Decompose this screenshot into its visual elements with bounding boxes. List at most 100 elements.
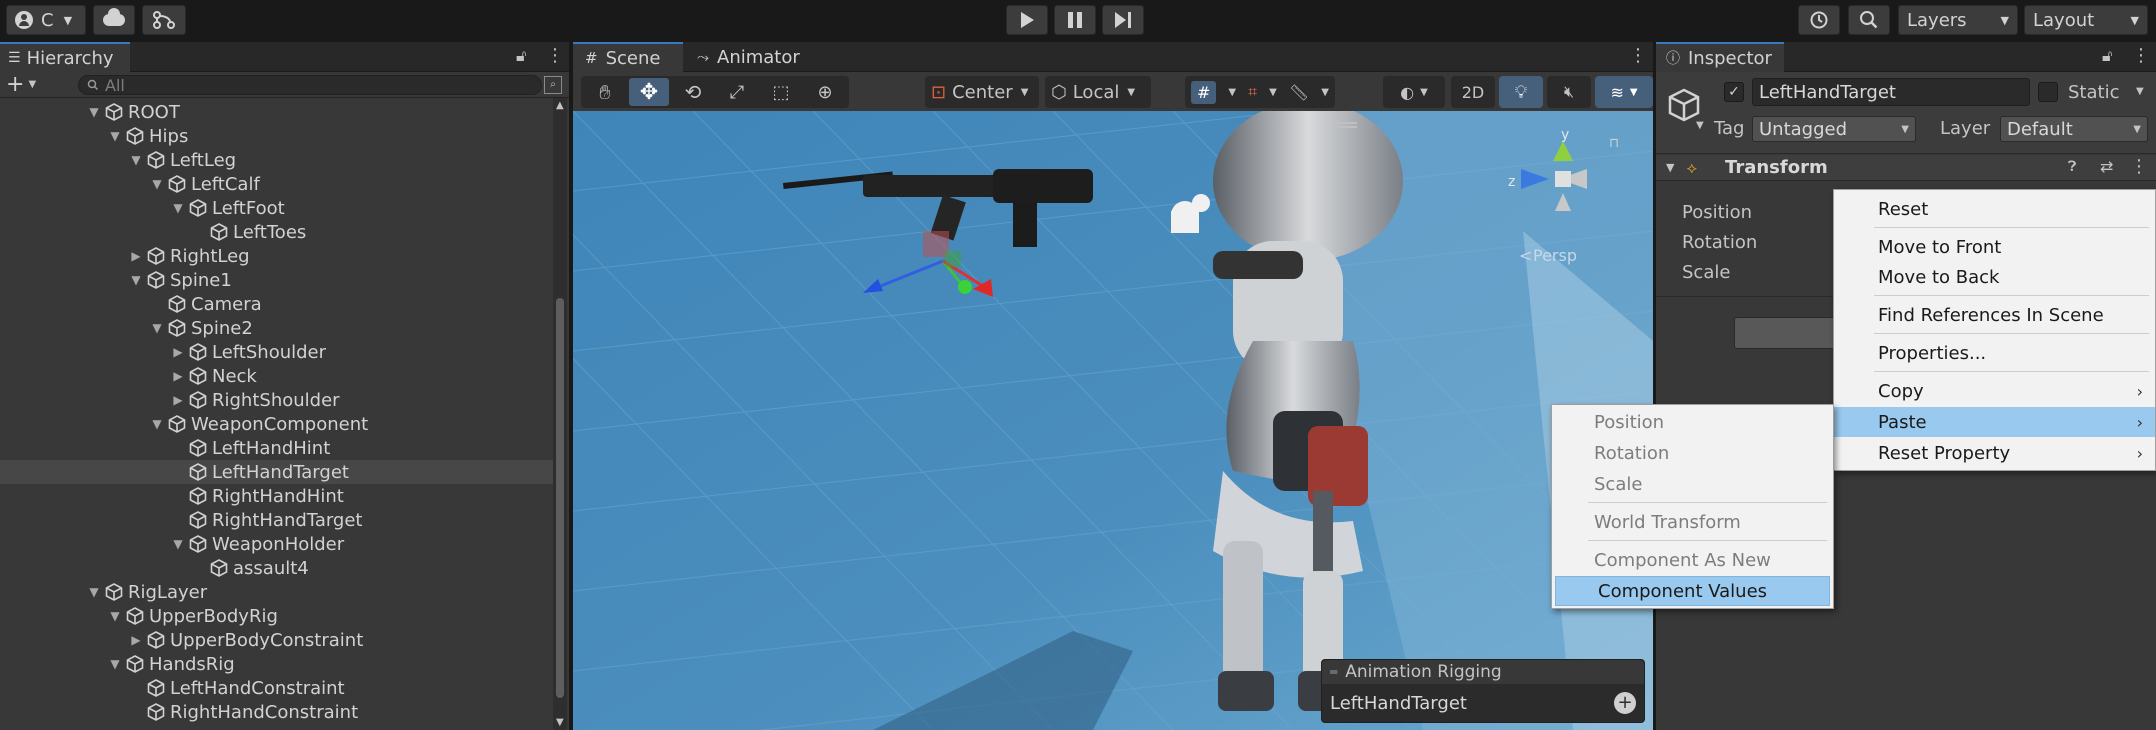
- hierarchy-item[interactable]: Camera: [0, 292, 556, 316]
- more-options-icon[interactable]: ⋮: [1629, 45, 1647, 66]
- persp-label[interactable]: Persp: [1533, 246, 1577, 265]
- hierarchy-item[interactable]: ▶ RightShoulder: [0, 388, 556, 412]
- hierarchy-item[interactable]: ▼ Hips: [0, 124, 556, 148]
- pause-button[interactable]: [1054, 5, 1096, 35]
- preset-icon[interactable]: ⇄: [2100, 157, 2113, 176]
- chevron-down-icon[interactable]: ▼: [28, 79, 36, 90]
- lighting-toggle[interactable]: 💡︎: [1499, 76, 1543, 108]
- foldout-closed-icon[interactable]: ▶: [170, 393, 186, 407]
- hierarchy-item[interactable]: ▶ RightLeg: [0, 244, 556, 268]
- foldout-open-icon[interactable]: ▼: [128, 273, 144, 287]
- tag-dropdown[interactable]: Untagged ▼: [1752, 116, 1916, 142]
- foldout-closed-icon[interactable]: ▶: [128, 249, 144, 263]
- step-button[interactable]: [1102, 5, 1144, 35]
- submenu-item-scale[interactable]: Scale: [1552, 469, 1833, 499]
- hierarchy-item[interactable]: ▼ Spine2: [0, 316, 556, 340]
- scale-tool-icon[interactable]: ⤢: [717, 78, 757, 106]
- hierarchy-item[interactable]: ▼ LeftFoot: [0, 196, 556, 220]
- foldout-open-icon[interactable]: ▼: [149, 417, 165, 431]
- more-options-icon[interactable]: ⋮: [2130, 156, 2148, 177]
- search-options-icon[interactable]: ⌕: [544, 76, 562, 94]
- foldout-open-icon[interactable]: ▼: [170, 537, 186, 551]
- hierarchy-item[interactable]: ▼ WeaponComponent: [0, 412, 556, 436]
- hierarchy-item[interactable]: ▼ HandsRig: [0, 652, 556, 676]
- menu-item-reset-property[interactable]: Reset Property ›: [1834, 438, 2155, 468]
- hierarchy-scrollbar[interactable]: ▲ ▼: [553, 98, 567, 730]
- scene-viewport[interactable]: y z Persp < ⊓ ═ Animation Rigging LeftHa…: [573, 111, 1653, 730]
- menu-item-reset[interactable]: Reset: [1834, 194, 2155, 224]
- menu-item-properties[interactable]: Properties...: [1834, 338, 2155, 368]
- chevron-down-icon[interactable]: ▼: [1321, 87, 1329, 98]
- hierarchy-item[interactable]: ▼ LeftCalf: [0, 172, 556, 196]
- foldout-open-icon[interactable]: ▼: [107, 657, 123, 671]
- hierarchy-item[interactable]: ▼ UpperBodyRig: [0, 604, 556, 628]
- position-label[interactable]: Position: [1682, 202, 1752, 223]
- lock-icon[interactable]: ⊓: [1609, 136, 1619, 151]
- submenu-item-position[interactable]: Position: [1552, 407, 1833, 437]
- tab-inspector[interactable]: ⓘ Inspector: [1656, 42, 1784, 72]
- foldout-open-icon[interactable]: ▼: [107, 129, 123, 143]
- chevron-down-icon[interactable]: ▼: [2136, 86, 2144, 97]
- foldout-closed-icon[interactable]: ▶: [128, 633, 144, 647]
- hierarchy-item[interactable]: ▼ ROOT: [0, 100, 556, 124]
- account-dropdown[interactable]: C ▼: [6, 5, 86, 35]
- more-options-icon[interactable]: ⋮: [2132, 45, 2150, 66]
- draw-mode-dropdown[interactable]: ◐ ▼: [1383, 76, 1445, 108]
- object-name-field[interactable]: LeftHandTarget: [1752, 78, 2030, 106]
- hierarchy-item[interactable]: assault4: [0, 556, 556, 580]
- submenu-item-world-transform[interactable]: World Transform: [1552, 507, 1833, 537]
- foldout-open-icon[interactable]: ▼: [170, 201, 186, 215]
- foldout-closed-icon[interactable]: ▶: [170, 369, 186, 383]
- chevron-down-icon[interactable]: ▼: [1696, 120, 1704, 131]
- foldout-open-icon[interactable]: ▼: [86, 585, 102, 599]
- menu-item-copy[interactable]: Copy ›: [1834, 376, 2155, 406]
- hierarchy-item[interactable]: RightHandHint: [0, 484, 556, 508]
- menu-item-move-to-back[interactable]: Move to Back: [1834, 262, 2155, 292]
- lock-icon[interactable]: 🔓︎: [516, 46, 526, 66]
- pivot-dropdown[interactable]: ⊡ Center ▼: [925, 76, 1039, 108]
- move-tool-icon[interactable]: ✥: [629, 78, 669, 106]
- menu-item-find-references[interactable]: Find References In Scene: [1834, 300, 2155, 330]
- hierarchy-item[interactable]: LeftHandTarget: [0, 460, 556, 484]
- effects-dropdown[interactable]: ≋ ▼: [1595, 76, 1653, 108]
- menu-item-move-to-front[interactable]: Move to Front: [1834, 232, 2155, 262]
- add-icon[interactable]: +: [6, 72, 24, 97]
- search-button[interactable]: [1848, 5, 1890, 35]
- space-dropdown[interactable]: ⬡ Local ▼: [1045, 76, 1151, 108]
- drag-handle-icon[interactable]: ═: [1330, 665, 1337, 679]
- chevron-down-icon[interactable]: ▼: [1269, 87, 1277, 98]
- scale-label[interactable]: Scale: [1682, 262, 1730, 283]
- hierarchy-item[interactable]: LeftToes: [0, 220, 556, 244]
- layers-dropdown[interactable]: Layers ▼: [1898, 5, 2018, 35]
- hierarchy-item[interactable]: RightHandTarget: [0, 508, 556, 532]
- hierarchy-item[interactable]: LeftHandHint: [0, 436, 556, 460]
- foldout-arrow-icon[interactable]: ▼: [1666, 161, 1674, 174]
- help-icon[interactable]: ❓︎: [2068, 159, 2076, 175]
- transform-tool-icon[interactable]: ⊕: [805, 78, 845, 106]
- play-button[interactable]: [1006, 5, 1048, 35]
- transform-header[interactable]: ▼ ⟡ Transform ❓︎ ⇄ ⋮: [1656, 155, 2156, 181]
- increment-snap-icon[interactable]: ⌗: [1248, 82, 1257, 102]
- hierarchy-item[interactable]: ▶ Neck: [0, 364, 556, 388]
- hierarchy-item[interactable]: ▼ Spine1: [0, 268, 556, 292]
- hierarchy-item[interactable]: ▼ LeftLeg: [0, 148, 556, 172]
- hierarchy-item[interactable]: LeftHandConstraint: [0, 676, 556, 700]
- tab-animator[interactable]: ⤳ Animator: [685, 42, 813, 72]
- scroll-up-icon[interactable]: ▲: [556, 100, 564, 111]
- lock-icon[interactable]: 🔓︎: [2102, 46, 2112, 66]
- hierarchy-item[interactable]: ▶ UpperBodyConstraint: [0, 628, 556, 652]
- foldout-open-icon[interactable]: ▼: [149, 177, 165, 191]
- audio-toggle[interactable]: 🔇︎: [1547, 76, 1591, 108]
- submenu-item-rotation[interactable]: Rotation: [1552, 438, 1833, 468]
- hierarchy-item[interactable]: RightHandConstraint: [0, 700, 556, 724]
- submenu-item-component-as-new[interactable]: Component As New: [1552, 545, 1833, 575]
- foldout-open-icon[interactable]: ▼: [149, 321, 165, 335]
- scrollbar-thumb[interactable]: [556, 298, 564, 698]
- ruler-icon[interactable]: 📏︎: [1289, 83, 1309, 102]
- layer-dropdown[interactable]: Default ▼: [2000, 116, 2148, 142]
- history-button[interactable]: [1798, 5, 1840, 35]
- grid-snap-icon[interactable]: #: [1191, 80, 1217, 104]
- menu-item-paste[interactable]: Paste ›: [1834, 407, 2155, 437]
- hierarchy-item[interactable]: ▼ WeaponHolder: [0, 532, 556, 556]
- rect-tool-icon[interactable]: ⬚: [761, 78, 801, 106]
